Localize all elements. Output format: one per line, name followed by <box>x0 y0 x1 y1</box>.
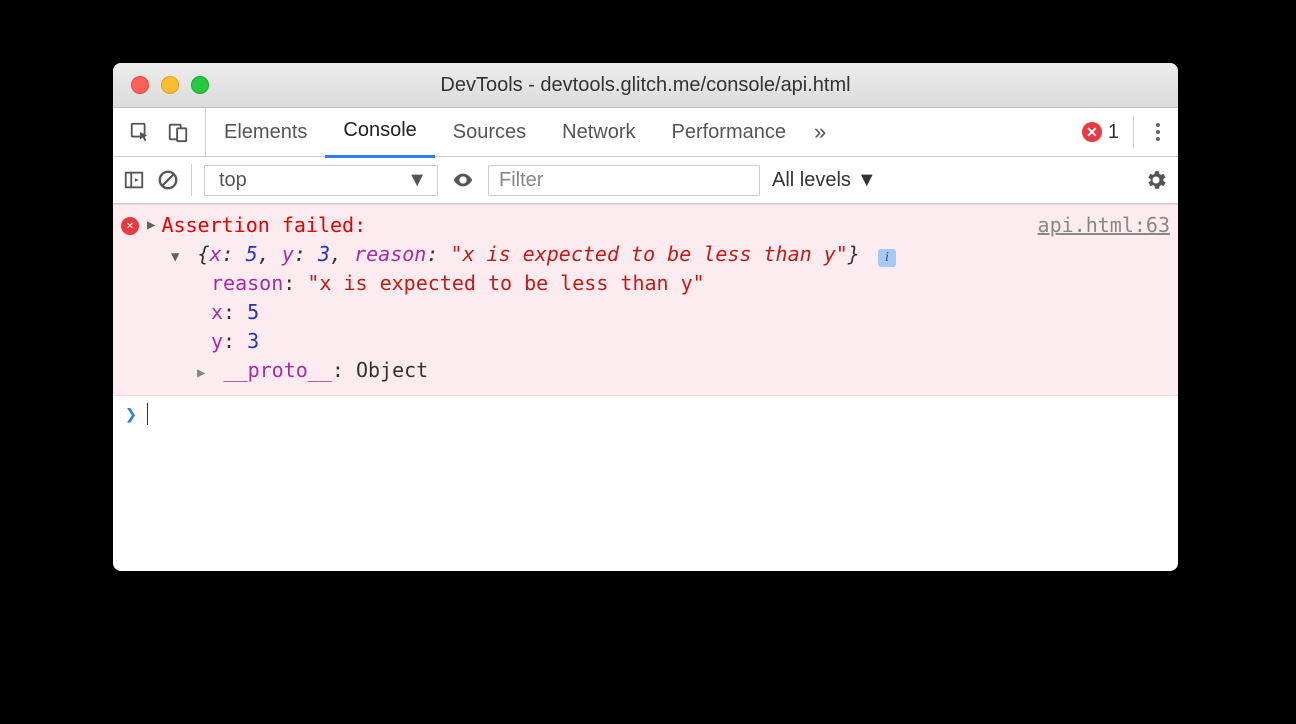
show-console-sidebar-icon[interactable] <box>123 169 145 191</box>
clear-console-icon[interactable] <box>157 169 179 191</box>
console-output: ✕ ▶ Assertion failed: api.html:63 ▼ {x: … <box>113 204 1178 571</box>
object-preview-line[interactable]: ▼ {x: 5, y: 3, reason: "x is expected to… <box>121 240 1170 269</box>
key-x-line: x <box>211 300 223 324</box>
tab-sources[interactable]: Sources <box>435 108 544 156</box>
titlebar: DevTools - devtools.glitch.me/console/ap… <box>113 63 1178 108</box>
chevron-down-icon: ▼ <box>407 169 427 192</box>
chevron-down-icon: ▼ <box>857 169 877 192</box>
close-window-button[interactable] <box>131 76 149 94</box>
devtools-window: DevTools - devtools.glitch.me/console/ap… <box>113 63 1178 571</box>
key-reason: reason <box>354 242 426 266</box>
val-y-line: 3 <box>247 329 259 353</box>
error-count: 1 <box>1108 121 1119 144</box>
kebab-menu-icon[interactable] <box>1148 123 1168 141</box>
collapse-icon[interactable]: ▼ <box>171 247 179 267</box>
key-reason-line: reason <box>211 271 283 295</box>
brace-close: } <box>848 242 860 266</box>
prompt-chevron-icon: ❯ <box>125 402 137 426</box>
property-x: x: 5 <box>121 298 1170 327</box>
separator <box>191 164 192 196</box>
gear-icon[interactable] <box>1144 168 1168 192</box>
val-x-line: 5 <box>247 300 259 324</box>
val-reason-line: "x is expected to be less than y" <box>307 271 704 295</box>
error-count-badge[interactable]: ✕ 1 <box>1082 121 1119 144</box>
info-icon[interactable]: i <box>878 249 896 267</box>
val-y: 3 <box>318 242 330 266</box>
val-reason: "x is expected to be less than y" <box>450 242 847 266</box>
traffic-lights <box>113 76 209 94</box>
filter-placeholder: Filter <box>499 169 543 191</box>
tab-console[interactable]: Console <box>325 107 434 158</box>
property-proto[interactable]: ▶ __proto__: Object <box>121 356 1170 385</box>
property-y: y: 3 <box>121 327 1170 356</box>
live-expression-icon[interactable] <box>450 169 476 191</box>
levels-label: All levels <box>772 169 851 192</box>
console-toolbar: top ▼ Filter All levels ▼ <box>113 157 1178 204</box>
context-selector[interactable]: top ▼ <box>204 165 438 196</box>
log-levels-selector[interactable]: All levels ▼ <box>772 169 877 192</box>
console-prompt[interactable]: ❯ <box>113 396 1178 432</box>
assertion-label: Assertion failed: <box>161 211 366 240</box>
inspect-icon[interactable] <box>129 121 151 143</box>
text-caret <box>147 403 148 425</box>
source-link[interactable]: api.html:63 <box>1038 211 1170 240</box>
expand-icon[interactable]: ▶ <box>197 363 205 383</box>
device-toggle-icon[interactable] <box>167 121 189 143</box>
expand-icon[interactable]: ▶ <box>147 215 155 235</box>
context-value: top <box>219 169 247 192</box>
brace-open: { <box>197 242 209 266</box>
separator <box>1133 116 1134 148</box>
key-proto: __proto__ <box>223 358 331 382</box>
key-y: y <box>282 242 294 266</box>
tab-performance[interactable]: Performance <box>654 108 805 156</box>
error-icon: ✕ <box>121 217 139 235</box>
tab-network[interactable]: Network <box>544 108 653 156</box>
fullscreen-window-button[interactable] <box>191 76 209 94</box>
minimize-window-button[interactable] <box>161 76 179 94</box>
window-title: DevTools - devtools.glitch.me/console/ap… <box>113 74 1178 97</box>
property-reason: reason: "x is expected to be less than y… <box>121 269 1170 298</box>
tab-elements[interactable]: Elements <box>206 108 325 156</box>
key-y-line: y <box>211 329 223 353</box>
console-error-entry[interactable]: ✕ ▶ Assertion failed: api.html:63 ▼ {x: … <box>113 204 1178 396</box>
devtools-tabs: Elements Console Sources Network Perform… <box>113 108 1178 157</box>
filter-input[interactable]: Filter <box>488 165 760 196</box>
more-tabs-icon[interactable]: » <box>804 119 836 145</box>
val-proto: Object <box>356 358 428 382</box>
error-icon: ✕ <box>1082 122 1102 142</box>
val-x: 5 <box>246 242 258 266</box>
key-x: x <box>210 242 222 266</box>
